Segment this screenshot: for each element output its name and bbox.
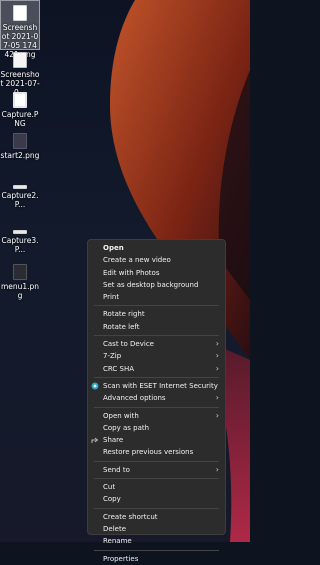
- menu-item-label: Advanced options: [103, 394, 166, 403]
- menu-divider: [94, 507, 219, 509]
- desktop-file-label: Capture2.P...: [1, 191, 39, 209]
- menu-item-label: Cast to Device: [103, 340, 154, 349]
- menu-divider: [94, 549, 219, 551]
- menu-item-open[interactable]: Open: [88, 242, 225, 254]
- image-file-icon: [13, 264, 27, 280]
- menu-item-send-to[interactable]: Send to ›: [88, 464, 225, 476]
- menu-item-label: 7-Zip: [103, 352, 122, 361]
- desktop-file-start2[interactable]: start2.png: [0, 133, 40, 160]
- menu-divider: [94, 305, 219, 307]
- chevron-right-icon: ›: [215, 393, 219, 403]
- chevron-right-icon: ›: [215, 351, 219, 361]
- chevron-right-icon: ›: [215, 464, 219, 474]
- menu-divider: [94, 406, 219, 408]
- menu-item-copy-path[interactable]: Copy as path: [88, 422, 225, 434]
- desktop-file-label: start2.png: [0, 151, 40, 160]
- menu-item-share[interactable]: Share: [88, 434, 225, 446]
- image-file-icon: [13, 230, 27, 234]
- eset-icon: [91, 382, 99, 390]
- menu-item-cast[interactable]: Cast to Device ›: [88, 338, 225, 350]
- menu-item-rotate-left[interactable]: Rotate left: [88, 321, 225, 333]
- menu-item-edit-photos[interactable]: Edit with Photos: [88, 267, 225, 279]
- desktop-file-capture3[interactable]: Capture3.P...: [0, 230, 40, 254]
- menu-item-label: Open with: [103, 411, 139, 420]
- image-file-icon: [13, 185, 27, 189]
- menu-item-7zip[interactable]: 7-Zip ›: [88, 350, 225, 362]
- desktop-file-label: Capture3.P...: [1, 236, 39, 254]
- desktop-file-capture2[interactable]: Capture2.P...: [0, 185, 40, 209]
- context-menu: Open Create a new video Edit with Photos…: [87, 239, 226, 563]
- menu-item-properties[interactable]: Properties: [88, 553, 225, 565]
- desktop-file-screenshot-1[interactable]: Screenshot 2021-07-05 174421.png: [0, 0, 40, 59]
- desktop-file-menu1[interactable]: menu1.png: [0, 264, 40, 300]
- menu-item-label: Share: [103, 436, 124, 445]
- menu-item-create-shortcut[interactable]: Create shortcut: [88, 511, 225, 523]
- chevron-right-icon: ›: [215, 339, 219, 349]
- image-file-icon: [13, 5, 27, 21]
- menu-divider: [94, 335, 219, 337]
- image-file-icon: [13, 133, 27, 149]
- menu-item-advanced-options[interactable]: Advanced options ›: [88, 392, 225, 404]
- menu-item-set-background[interactable]: Set as desktop background: [88, 279, 225, 291]
- share-icon: [91, 437, 99, 444]
- menu-item-cut[interactable]: Cut: [88, 481, 225, 493]
- image-file-icon: [13, 92, 27, 108]
- menu-item-print[interactable]: Print: [88, 291, 225, 303]
- menu-item-delete[interactable]: Delete: [88, 523, 225, 535]
- menu-item-copy[interactable]: Copy: [88, 493, 225, 505]
- desktop-file-screenshot-2[interactable]: Screenshot 2021-07-0...: [0, 52, 40, 97]
- chevron-right-icon: ›: [215, 363, 219, 373]
- menu-item-open-with[interactable]: Open with ›: [88, 410, 225, 422]
- menu-divider: [94, 376, 219, 378]
- menu-item-crc-sha[interactable]: CRC SHA ›: [88, 363, 225, 375]
- menu-item-label: CRC SHA: [103, 364, 135, 373]
- menu-divider: [94, 478, 219, 480]
- menu-item-create-video[interactable]: Create a new video: [88, 254, 225, 266]
- menu-divider: [94, 460, 219, 462]
- desktop-icons: Screenshot 2021-07-05 174421.png Screens…: [0, 0, 40, 300]
- menu-item-label: Scan with ESET Internet Security: [103, 381, 218, 390]
- desktop-file-label: menu1.png: [0, 282, 40, 300]
- menu-item-rename[interactable]: Rename: [88, 535, 225, 547]
- menu-item-label: Send to: [103, 465, 130, 474]
- menu-item-restore-versions[interactable]: Restore previous versions: [88, 446, 225, 458]
- chevron-right-icon: ›: [215, 410, 219, 420]
- menu-item-rotate-right[interactable]: Rotate right: [88, 308, 225, 320]
- desktop-file-label: Capture.PNG: [1, 110, 39, 128]
- menu-item-eset-scan[interactable]: Scan with ESET Internet Security: [88, 380, 225, 392]
- image-file-icon: [13, 52, 27, 68]
- desktop-file-capture[interactable]: Capture.PNG: [0, 92, 40, 128]
